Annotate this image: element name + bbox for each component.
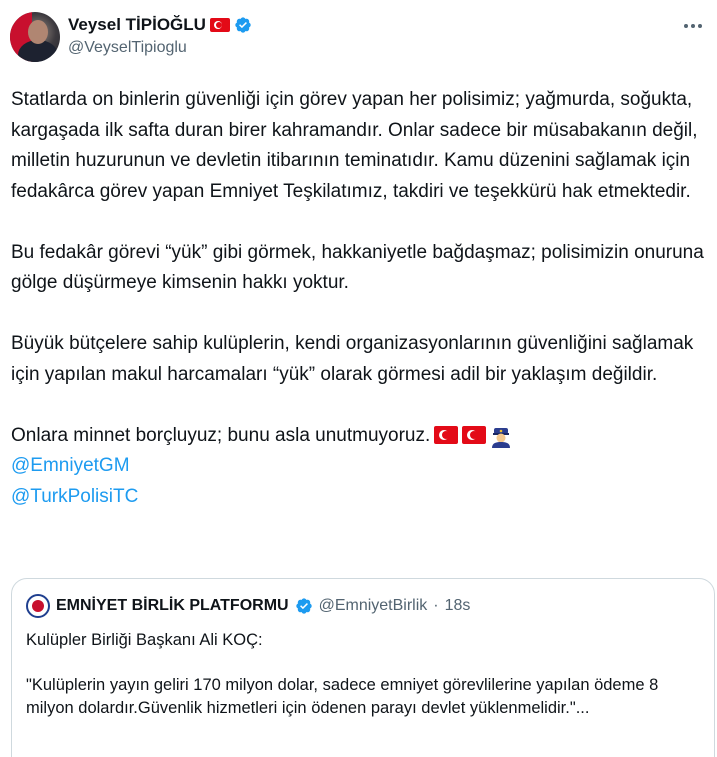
tweet-body: Statlarda on binlerin güvenliği için gör…: [11, 85, 711, 512]
tweet-card: Veysel TİPİOĞLU @VeyselTipioglu Statlard…: [0, 0, 717, 757]
dot: [698, 24, 702, 28]
quoted-handle[interactable]: @EmniyetBirlik: [319, 597, 428, 615]
tweet-paragraph-last: Onlara minnet borçluyuz; bunu asla unutm…: [11, 421, 711, 452]
dot: [684, 24, 688, 28]
quoted-timestamp[interactable]: 18s: [445, 597, 471, 615]
mention-link[interactable]: @EmniyetGM: [11, 451, 711, 482]
turkey-flag-icon: [209, 18, 230, 32]
tweet-paragraph: Büyük bütçelere sahip kulüplerin, kendi …: [11, 333, 694, 385]
tweet-paragraph: Statlarda on binlerin güvenliği için gör…: [11, 89, 698, 202]
verified-badge-icon: [295, 598, 312, 614]
emoji-row: [434, 425, 512, 448]
verified-badge-icon: [235, 17, 251, 33]
author-avatar[interactable]: [10, 12, 60, 62]
quoted-tweet-body: Kulüpler Birliği Başkanı Ali KOÇ: "Kulüp…: [26, 629, 706, 719]
organization-logo[interactable]: [26, 594, 50, 618]
quoted-display-name[interactable]: EMNİYET BİRLİK PLATFORMU: [56, 597, 289, 615]
turkey-flag-icon: [462, 425, 487, 444]
quoted-line: Kulüpler Birliği Başkanı Ali KOÇ:: [26, 631, 263, 649]
quoted-tweet-header: EMNİYET BİRLİK PLATFORMU @EmniyetBirlik …: [26, 594, 470, 618]
quoted-tweet[interactable]: EMNİYET BİRLİK PLATFORMU @EmniyetBirlik …: [11, 578, 715, 757]
turkey-flag-icon: [434, 425, 459, 444]
police-officer-icon: [492, 427, 511, 448]
author-name-row[interactable]: Veysel TİPİOĞLU: [68, 14, 252, 36]
tweet-paragraph-text: Onlara minnet borçluyuz; bunu asla unutm…: [11, 424, 431, 446]
tweet-paragraph: Bu fedakâr görevi “yük” gibi görmek, hak…: [11, 241, 704, 294]
dot-separator: ·: [433, 597, 439, 614]
author-display-name[interactable]: Veysel TİPİOĞLU: [68, 15, 206, 35]
quoted-line: "Kulüplerin yayın geliri 170 milyon dola…: [26, 676, 659, 717]
author-handle[interactable]: @VeyselTipioglu: [68, 39, 187, 57]
more-options-icon[interactable]: [678, 14, 708, 38]
dot: [691, 24, 695, 28]
mention-link[interactable]: @TurkPolisiTC: [11, 482, 711, 513]
avatar-face: [28, 20, 48, 44]
